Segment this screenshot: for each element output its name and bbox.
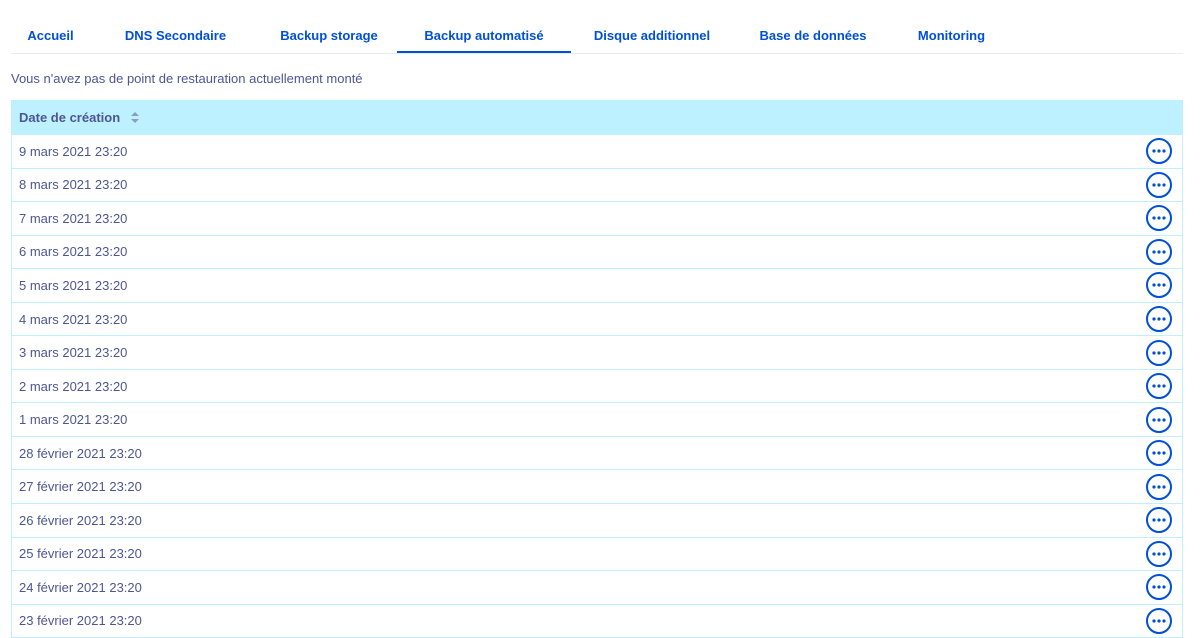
tab-backup-automatise[interactable]: Backup automatisé [397, 18, 571, 53]
tab-dns-secondaire[interactable]: DNS Secondaire [90, 18, 261, 53]
column-header-date[interactable]: Date de création [19, 110, 120, 125]
table-header: Date de création [12, 100, 1182, 135]
creation-date: 23 février 2021 23:20 [19, 613, 142, 629]
table-body: 9 mars 2021 23:20 8 mars 2021 23:20 7 ma… [12, 135, 1182, 638]
more-horizontal-icon [1152, 384, 1166, 388]
creation-date: 1 mars 2021 23:20 [19, 412, 128, 428]
row-actions-button[interactable] [1146, 171, 1172, 198]
row-actions-button[interactable] [1146, 440, 1172, 467]
creation-date: 2 mars 2021 23:20 [19, 378, 128, 394]
tab-backup-storage[interactable]: Backup storage [261, 18, 397, 53]
table-row: 27 février 2021 23:20 [12, 470, 1182, 505]
row-actions-button[interactable] [1146, 507, 1172, 534]
table-row: 23 février 2021 23:20 [12, 605, 1182, 638]
creation-date: 28 février 2021 23:20 [19, 445, 142, 461]
row-actions-button[interactable] [1146, 607, 1172, 634]
row-actions-button[interactable] [1146, 373, 1172, 400]
creation-date: 24 février 2021 23:20 [19, 579, 142, 595]
table-row: 2 mars 2021 23:20 [12, 370, 1182, 404]
more-horizontal-icon [1152, 619, 1166, 623]
restore-point-message: Vous n'avez pas de point de restauration… [11, 71, 363, 86]
more-horizontal-icon [1152, 283, 1166, 288]
row-actions-button[interactable] [1146, 306, 1172, 332]
creation-date: 9 mars 2021 23:20 [19, 143, 128, 159]
tab-monitoring[interactable]: Monitoring [893, 18, 1010, 53]
more-horizontal-icon [1152, 451, 1166, 455]
row-actions-button[interactable] [1146, 205, 1172, 232]
row-actions-button[interactable] [1146, 339, 1172, 366]
creation-date: 25 février 2021 23:20 [19, 546, 142, 562]
creation-date: 27 février 2021 23:20 [19, 479, 142, 495]
more-horizontal-icon [1152, 317, 1166, 321]
more-horizontal-icon [1152, 250, 1166, 254]
row-actions-button[interactable] [1146, 473, 1172, 500]
more-horizontal-icon [1152, 216, 1166, 220]
tab-base-de-donnees[interactable]: Base de données [733, 18, 893, 53]
more-horizontal-icon [1152, 485, 1166, 489]
more-horizontal-icon [1152, 585, 1166, 589]
row-actions-button[interactable] [1146, 540, 1172, 567]
creation-date: 4 mars 2021 23:20 [19, 311, 128, 327]
creation-date: 3 mars 2021 23:20 [19, 345, 128, 361]
table-row: 1 mars 2021 23:20 [12, 403, 1182, 437]
table-row: 3 mars 2021 23:20 [12, 336, 1182, 370]
table-row: 28 février 2021 23:20 [12, 437, 1182, 471]
table-row: 4 mars 2021 23:20 [12, 303, 1182, 337]
table-row: 9 mars 2021 23:20 [12, 135, 1182, 169]
row-actions-button[interactable] [1146, 238, 1172, 265]
creation-date: 6 mars 2021 23:20 [19, 244, 128, 260]
row-actions-button[interactable] [1146, 138, 1172, 165]
row-actions-button[interactable] [1146, 574, 1172, 601]
more-horizontal-icon [1152, 149, 1166, 153]
backup-table: Date de création 9 mars 2021 23:20 8 mar… [11, 100, 1183, 638]
table-row: 5 mars 2021 23:20 [12, 269, 1182, 303]
creation-date: 7 mars 2021 23:20 [19, 210, 128, 226]
sort-icon[interactable] [131, 112, 140, 123]
creation-date: 26 février 2021 23:20 [19, 512, 142, 528]
table-row: 25 février 2021 23:20 [12, 538, 1182, 572]
more-horizontal-icon [1152, 350, 1166, 355]
table-row: 8 mars 2021 23:20 [12, 169, 1182, 203]
creation-date: 5 mars 2021 23:20 [19, 277, 128, 293]
table-row: 26 février 2021 23:20 [12, 504, 1182, 538]
table-row: 6 mars 2021 23:20 [12, 236, 1182, 270]
more-horizontal-icon [1152, 183, 1166, 187]
table-row: 7 mars 2021 23:20 [12, 202, 1182, 236]
table-row: 24 février 2021 23:20 [12, 571, 1182, 605]
tab-disque-additionnel[interactable]: Disque additionnel [571, 18, 733, 53]
tab-accueil[interactable]: Accueil [11, 18, 90, 53]
more-horizontal-icon [1152, 518, 1166, 522]
row-actions-button[interactable] [1146, 272, 1172, 299]
row-actions-button[interactable] [1146, 406, 1172, 433]
creation-date: 8 mars 2021 23:20 [19, 177, 128, 193]
more-horizontal-icon [1152, 418, 1166, 422]
more-horizontal-icon [1152, 552, 1166, 556]
tab-bar: Accueil DNS Secondaire Backup storage Ba… [11, 18, 1183, 54]
